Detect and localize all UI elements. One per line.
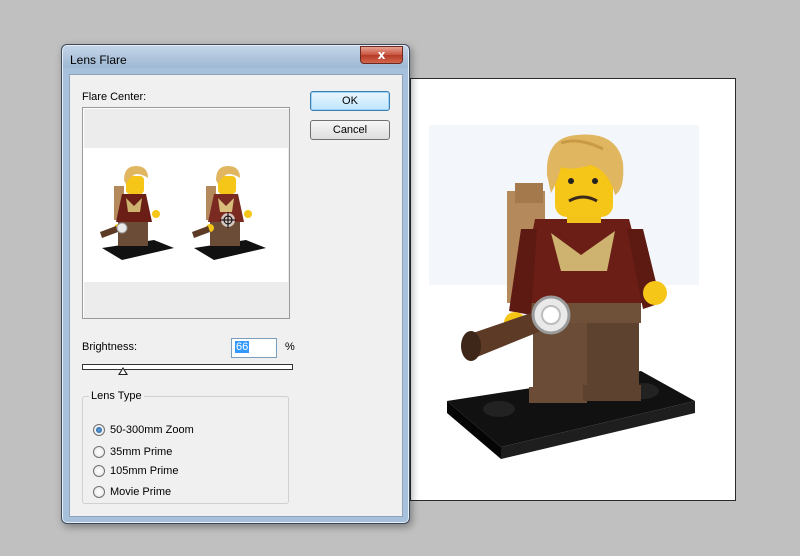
- percent-label: %: [285, 341, 295, 353]
- lens-flare-dialog: Lens Flare x Flare Center: OK Cancel Bri…: [61, 44, 410, 524]
- brightness-input[interactable]: 66: [231, 338, 277, 358]
- dialog-client-area: Flare Center: OK Cancel Brightness: 66 %…: [69, 74, 403, 517]
- brightness-label: Brightness:: [82, 341, 138, 353]
- radio-button[interactable]: [93, 424, 105, 436]
- minifigure-photo: [411, 79, 735, 500]
- preview-figure-flare: [192, 166, 266, 260]
- cancel-button[interactable]: Cancel: [310, 120, 390, 140]
- dialog-title: Lens Flare: [70, 53, 127, 67]
- lens-option-label: 50-300mm Zoom: [110, 424, 194, 436]
- preview-image: [84, 148, 288, 282]
- lens-option-50-300mm-zoom[interactable]: 50-300mm Zoom: [93, 423, 194, 437]
- lens-option-movie-prime[interactable]: Movie Prime: [93, 485, 171, 499]
- lens-option-35mm-prime[interactable]: 35mm Prime: [93, 445, 172, 459]
- lens-option-105mm-prime[interactable]: 105mm Prime: [93, 464, 178, 478]
- lens-type-label: Lens Type: [89, 390, 144, 402]
- radio-button[interactable]: [93, 446, 105, 458]
- lens-option-label: 35mm Prime: [110, 446, 173, 458]
- radio-button[interactable]: [93, 486, 105, 498]
- brightness-value: 66: [235, 341, 250, 353]
- brightness-slider[interactable]: [82, 364, 293, 370]
- lens-option-label: 105mm Prime: [110, 465, 179, 477]
- ok-button[interactable]: OK: [310, 91, 390, 111]
- flare-center-label: Flare Center:: [82, 91, 147, 103]
- flare-center-preview[interactable]: [82, 107, 290, 319]
- preview-thumbnail: [100, 166, 266, 260]
- document-canvas: [410, 78, 736, 501]
- close-button[interactable]: x: [360, 46, 403, 64]
- lens-type-group: Lens Type 50-300mm Zoom 35mm Prime 105mm…: [82, 390, 289, 504]
- lens-option-label: Movie Prime: [110, 486, 172, 498]
- brightness-slider-thumb[interactable]: [118, 367, 128, 375]
- preview-figure-original: [100, 166, 174, 260]
- radio-button[interactable]: [93, 465, 105, 477]
